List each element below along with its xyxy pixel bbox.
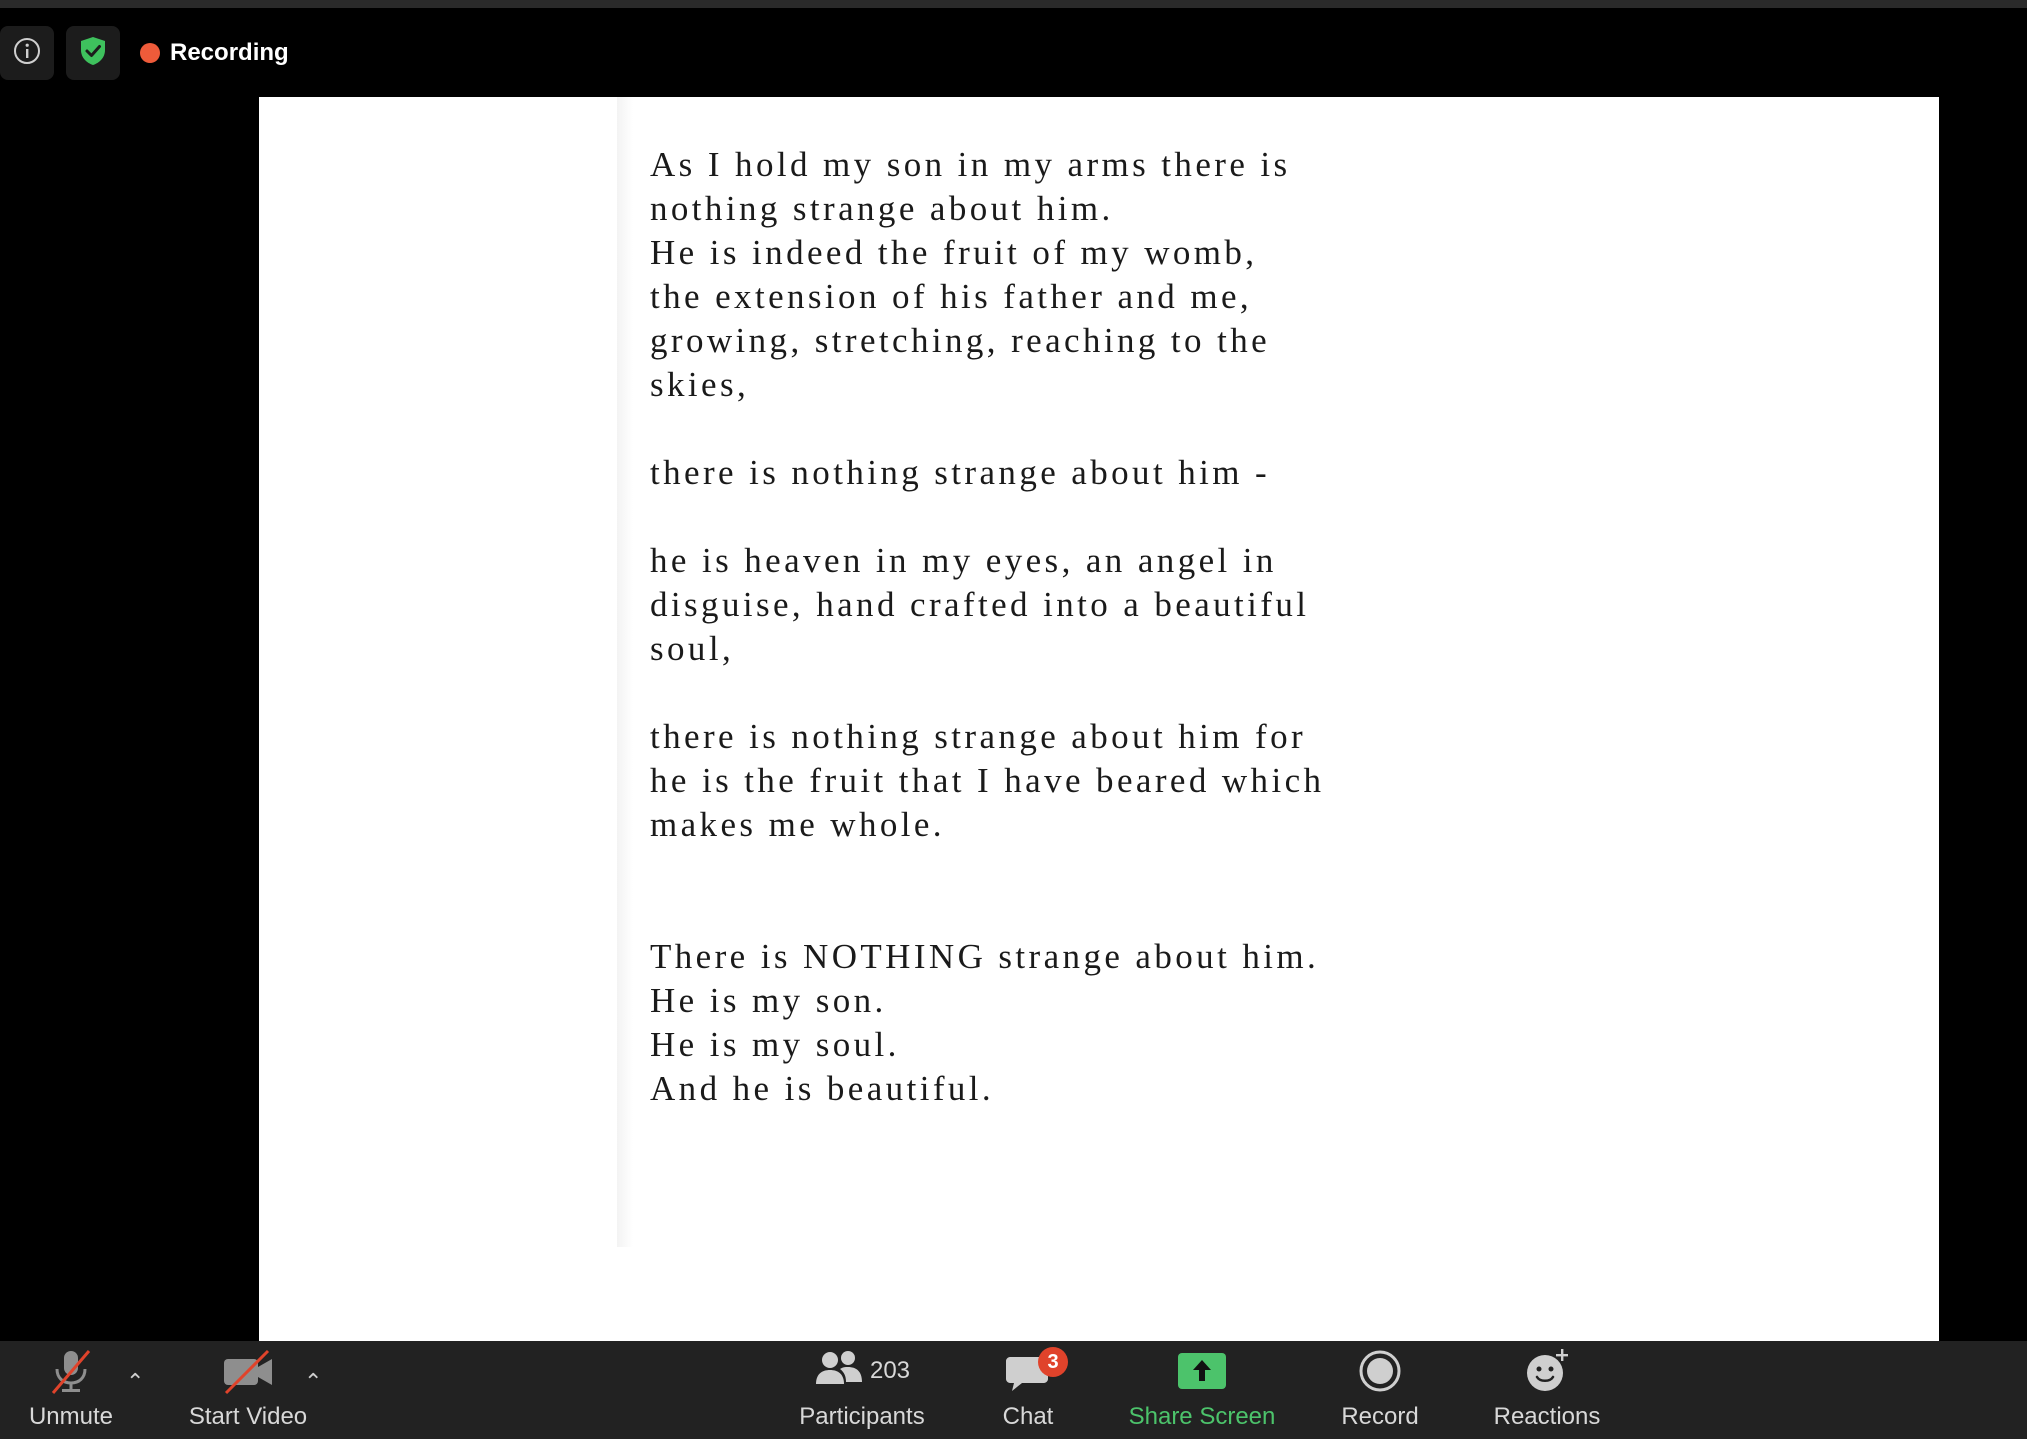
share-screen-arrow-icon: [1177, 1341, 1227, 1401]
poem-line: He is my son.: [650, 981, 887, 1020]
meeting-toolbar: Unmute ⌃ Start Video ⌃ 203 Participants …: [0, 1341, 2027, 1439]
record-button[interactable]: Record: [1336, 1341, 1424, 1439]
share-screen-button[interactable]: Share Screen: [1124, 1341, 1280, 1439]
meeting-info-button[interactable]: [0, 26, 54, 80]
recording-indicator[interactable]: Recording: [140, 36, 289, 70]
unmute-button[interactable]: Unmute: [22, 1341, 120, 1439]
shield-check-icon: [78, 35, 108, 72]
video-options-caret-icon[interactable]: ⌃: [304, 1369, 322, 1395]
muted-microphone-icon: [45, 1341, 97, 1401]
poem-line: nothing strange about him.: [650, 189, 1114, 228]
recording-label: Recording: [170, 39, 289, 66]
document-edge: [617, 97, 633, 1247]
poem-line: the extension of his father and me,: [650, 277, 1253, 316]
video-off-icon: [220, 1341, 276, 1401]
shared-screen: As I hold my son in my arms there is not…: [259, 97, 1939, 1341]
chat-unread-badge: 3: [1038, 1347, 1068, 1377]
participants-label: Participants: [799, 1403, 925, 1430]
poem-line: There is NOTHING strange about him.: [650, 937, 1320, 976]
unmute-label: Unmute: [28, 1403, 114, 1430]
poem-text: As I hold my son in my arms there is not…: [650, 143, 1650, 1111]
recording-dot-icon: [140, 43, 160, 63]
participants-button[interactable]: 203 Participants: [790, 1341, 934, 1439]
chat-bubble-icon: 3: [1004, 1341, 1068, 1401]
poem-line: he is heaven in my eyes, an angel in: [650, 541, 1277, 580]
start-video-label: Start Video: [188, 1403, 308, 1430]
poem-line: there is nothing strange about him for: [650, 717, 1307, 756]
share-screen-label: Share Screen: [1128, 1403, 1276, 1430]
info-icon: [12, 36, 42, 71]
poem-line: growing, stretching, reaching to the: [650, 321, 1271, 360]
poem-line: there is nothing strange about him -: [650, 453, 1271, 492]
record-label: Record: [1341, 1403, 1419, 1430]
audio-options-caret-icon[interactable]: ⌃: [126, 1369, 144, 1395]
window-top-strip: [0, 0, 2027, 8]
participants-icon: [814, 1348, 864, 1395]
reactions-smiley-icon: [1523, 1341, 1571, 1401]
chat-label: Chat: [1002, 1403, 1054, 1430]
poem-line: he is the fruit that I have beared which: [650, 761, 1325, 800]
security-button[interactable]: [66, 26, 120, 80]
poem-line: As I hold my son in my arms there is: [650, 145, 1291, 184]
start-video-button[interactable]: Start Video: [180, 1341, 316, 1439]
zoom-meeting-window: Recording As I hold my son in my arms th…: [0, 0, 2027, 1439]
poem-line: soul,: [650, 629, 735, 668]
record-icon: [1358, 1341, 1402, 1401]
poem-line: And he is beautiful.: [650, 1069, 995, 1108]
reactions-button[interactable]: Reactions: [1490, 1341, 1604, 1439]
chat-button[interactable]: 3 Chat: [990, 1341, 1068, 1439]
reactions-label: Reactions: [1493, 1403, 1601, 1430]
participants-count: 203: [869, 1357, 911, 1384]
poem-line: disguise, hand crafted into a beautiful: [650, 585, 1310, 624]
participants-icon-group: 203: [814, 1341, 910, 1401]
poem-line: makes me whole.: [650, 805, 945, 844]
poem-line: skies,: [650, 365, 750, 404]
poem-line: He is my soul.: [650, 1025, 900, 1064]
poem-line: He is indeed the fruit of my womb,: [650, 233, 1258, 272]
